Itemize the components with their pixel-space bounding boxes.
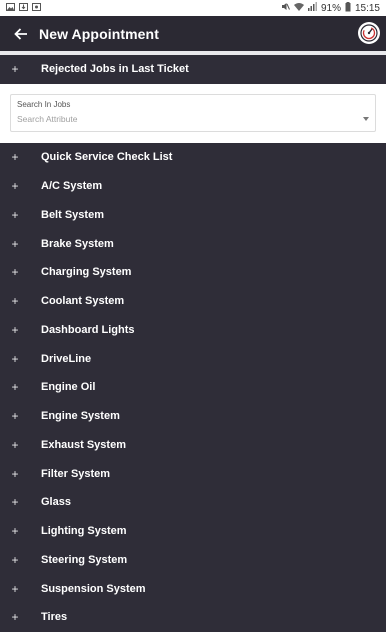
- expand-plus-icon[interactable]: +: [0, 294, 30, 308]
- gallery-notification-icon: [6, 2, 15, 14]
- expand-plus-icon[interactable]: +: [0, 610, 30, 624]
- back-arrow-icon[interactable]: [10, 23, 32, 45]
- search-area: Search In Jobs: [0, 84, 386, 143]
- expand-plus-icon[interactable]: +: [0, 495, 30, 509]
- list-item-label: Suspension System: [41, 582, 146, 595]
- list-item-label: Glass: [41, 496, 71, 509]
- expand-plus-icon[interactable]: +: [0, 179, 30, 193]
- list-item[interactable]: + Filter System: [0, 459, 386, 488]
- list-item-label: DriveLine: [41, 352, 92, 365]
- expand-plus-icon[interactable]: +: [0, 467, 30, 481]
- list-item[interactable]: + Brake System: [0, 229, 386, 258]
- image-notification-icon: [32, 2, 41, 14]
- dropdown-caret-icon[interactable]: [363, 117, 369, 121]
- wifi-icon: [293, 2, 304, 14]
- download-notification-icon: [19, 2, 28, 14]
- list-item[interactable]: + Glass: [0, 488, 386, 517]
- list-item-label: Belt System: [41, 208, 104, 221]
- list-item-label: Steering System: [41, 553, 128, 566]
- app-logo-icon: [358, 22, 380, 44]
- list-item-label: Charging System: [41, 266, 132, 279]
- rejected-jobs-section[interactable]: + Rejected Jobs in Last Ticket: [0, 55, 386, 84]
- list-item[interactable]: + Lighting System: [0, 517, 386, 546]
- list-item[interactable]: + Dashboard Lights: [0, 316, 386, 345]
- list-item[interactable]: + Quick Service Check List: [0, 143, 386, 172]
- search-input[interactable]: [17, 114, 347, 124]
- expand-plus-icon[interactable]: +: [0, 380, 30, 394]
- clock: 15:15: [354, 2, 380, 14]
- mute-icon: [281, 2, 290, 14]
- category-list: + Quick Service Check List + A/C System + Bel…: [0, 143, 386, 632]
- list-item-label: Filter System: [41, 467, 111, 480]
- expand-plus-icon[interactable]: +: [0, 237, 30, 251]
- list-item-label: Lighting System: [41, 525, 127, 538]
- list-item[interactable]: + Charging System: [0, 258, 386, 287]
- signal-icon: [307, 2, 317, 14]
- expand-plus-icon[interactable]: +: [0, 150, 30, 164]
- list-item-label: Exhaust System: [41, 438, 126, 451]
- expand-plus-icon[interactable]: +: [0, 323, 30, 337]
- list-item-label: Quick Service Check List: [41, 151, 173, 164]
- list-item-label: Coolant System: [41, 295, 125, 308]
- list-item-label: Rejected Jobs in Last Ticket: [41, 63, 189, 76]
- expand-plus-icon[interactable]: +: [0, 582, 30, 596]
- list-item[interactable]: + A/C System: [0, 172, 386, 201]
- expand-plus-icon[interactable]: +: [0, 352, 30, 366]
- expand-plus-icon[interactable]: +: [0, 208, 30, 222]
- battery-icon: [345, 1, 351, 15]
- status-left: [6, 2, 41, 14]
- list-item-label: Engine System: [41, 410, 120, 423]
- search-label: Search In Jobs: [17, 100, 71, 109]
- list-item-label: Engine Oil: [41, 381, 96, 394]
- expand-plus-icon[interactable]: +: [0, 409, 30, 423]
- list-item-label: Brake System: [41, 237, 114, 250]
- status-bar: 91% 15:15: [0, 0, 386, 16]
- list-item[interactable]: + Engine Oil: [0, 373, 386, 402]
- list-item[interactable]: + Belt System: [0, 201, 386, 230]
- list-item[interactable]: + Tires: [0, 603, 386, 632]
- expand-plus-icon[interactable]: +: [0, 553, 30, 567]
- page-title: New Appointment: [39, 25, 159, 42]
- list-item-rejected-jobs[interactable]: + Rejected Jobs in Last Ticket: [0, 55, 386, 84]
- list-item[interactable]: + Engine System: [0, 402, 386, 431]
- status-right: 91% 15:15: [281, 1, 380, 15]
- list-item-label: Tires: [41, 611, 68, 624]
- list-item-label: A/C System: [41, 180, 103, 193]
- expand-plus-icon[interactable]: +: [0, 524, 30, 538]
- app-bar: New Appointment: [0, 16, 386, 51]
- list-item[interactable]: + Coolant System: [0, 287, 386, 316]
- battery-percent: 91%: [320, 2, 341, 14]
- expand-plus-icon[interactable]: +: [0, 265, 30, 279]
- list-item[interactable]: + Exhaust System: [0, 431, 386, 460]
- search-field[interactable]: Search In Jobs: [10, 94, 376, 132]
- expand-plus-icon[interactable]: +: [0, 438, 30, 452]
- expand-plus-icon[interactable]: +: [0, 62, 30, 76]
- list-item[interactable]: + Suspension System: [0, 574, 386, 603]
- list-item[interactable]: + Steering System: [0, 546, 386, 575]
- list-item-label: Dashboard Lights: [41, 323, 135, 336]
- list-item[interactable]: + DriveLine: [0, 344, 386, 373]
